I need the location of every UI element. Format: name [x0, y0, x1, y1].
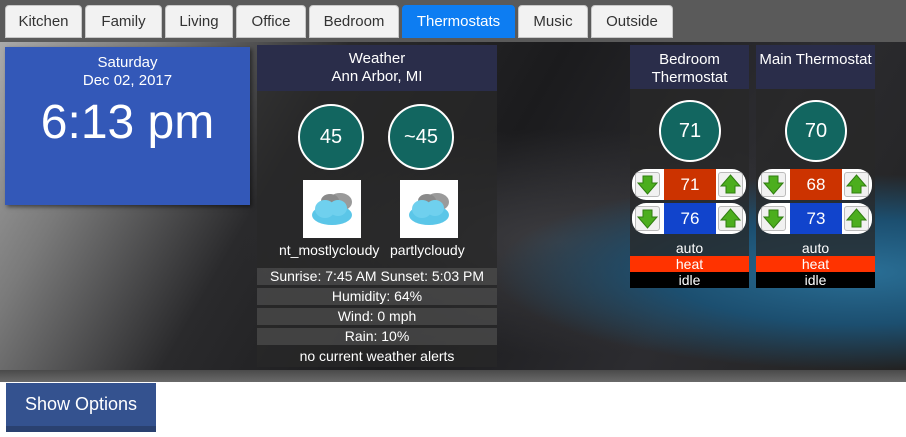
current-temp: 45 [298, 104, 364, 170]
dashboard-bottom-border [0, 370, 906, 382]
rain: Rain: 10% [257, 328, 497, 345]
tab-thermostats[interactable]: Thermostats [402, 5, 515, 38]
partly-cloudy-icon [400, 180, 458, 238]
show-options-button[interactable]: Show Options [6, 383, 156, 432]
arrow-up-icon[interactable] [844, 172, 869, 197]
clock-time: 6:13 pm [40, 96, 215, 149]
wind: Wind: 0 mph [257, 308, 497, 325]
weather-header: Weather Ann Arbor, MI [257, 45, 497, 91]
tab-bar: Kitchen Family Living Office Bedroom The… [0, 0, 906, 42]
cool-setpoint-row: 76 [632, 203, 746, 234]
heat-setpoint-row: 71 [632, 169, 746, 200]
arrow-down-icon[interactable] [635, 206, 660, 231]
humidity: Humidity: 64% [257, 288, 497, 305]
arrow-down-icon[interactable] [635, 172, 660, 197]
thermostat-mode: auto [675, 240, 704, 256]
clock-date: Dec 02, 2017 [82, 72, 173, 89]
cool-setpoint-row: 73 [758, 203, 872, 234]
weather-location: Ann Arbor, MI [331, 68, 423, 85]
cool-setpoint: 73 [790, 203, 842, 234]
thermostat-main: Main Thermostat 70 68 73 auto heat idle [756, 45, 875, 288]
weather-title: Weather [348, 50, 406, 67]
arrow-up-icon[interactable] [718, 172, 743, 197]
heat-setpoint: 68 [790, 169, 842, 200]
thermostat-operating-state: heat [630, 256, 749, 272]
thermostat-title: Bedroom Thermostat [630, 45, 749, 89]
cool-setpoint: 76 [664, 203, 716, 234]
weather-tile: Weather Ann Arbor, MI 45 ~45 nt_mostlycl… [257, 45, 497, 367]
thermostat-title: Main Thermostat [756, 45, 875, 89]
arrow-down-icon[interactable] [761, 172, 786, 197]
current-condition: nt_mostlycloudy [279, 242, 380, 258]
tab-living[interactable]: Living [165, 5, 233, 38]
weather-alerts: no current weather alerts [299, 348, 455, 364]
thermostat-current-temp: 71 [659, 100, 721, 162]
arrow-down-icon[interactable] [761, 206, 786, 231]
tab-music[interactable]: Music [518, 5, 588, 38]
dashboard-panel: Saturday Dec 02, 2017 6:13 pm Weather An… [0, 42, 906, 370]
heat-setpoint-row: 68 [758, 169, 872, 200]
tab-outside[interactable]: Outside [591, 5, 673, 38]
thermostat-operating-state: heat [756, 256, 875, 272]
thermostat-fan-state: idle [756, 272, 875, 288]
thermostat-fan-state: idle [630, 272, 749, 288]
thermostat-current-temp: 70 [785, 100, 847, 162]
tab-office[interactable]: Office [236, 5, 306, 38]
forecast-condition: partlycloudy [390, 242, 465, 258]
arrow-up-icon[interactable] [718, 206, 743, 231]
sun-times: Sunrise: 7:45 AM Sunset: 5:03 PM [257, 268, 497, 285]
thermostat-bedroom: Bedroom Thermostat 71 71 76 auto heat id… [630, 45, 749, 288]
tab-kitchen[interactable]: Kitchen [5, 5, 82, 38]
tab-family[interactable]: Family [85, 5, 162, 38]
forecast-temp: ~45 [388, 104, 454, 170]
tab-bedroom[interactable]: Bedroom [309, 5, 399, 38]
arrow-up-icon[interactable] [844, 206, 869, 231]
clock-tile: Saturday Dec 02, 2017 6:13 pm [5, 47, 250, 205]
heat-setpoint: 71 [664, 169, 716, 200]
partly-cloudy-icon [303, 180, 361, 238]
thermostat-mode: auto [801, 240, 830, 256]
clock-day: Saturday [97, 54, 158, 71]
